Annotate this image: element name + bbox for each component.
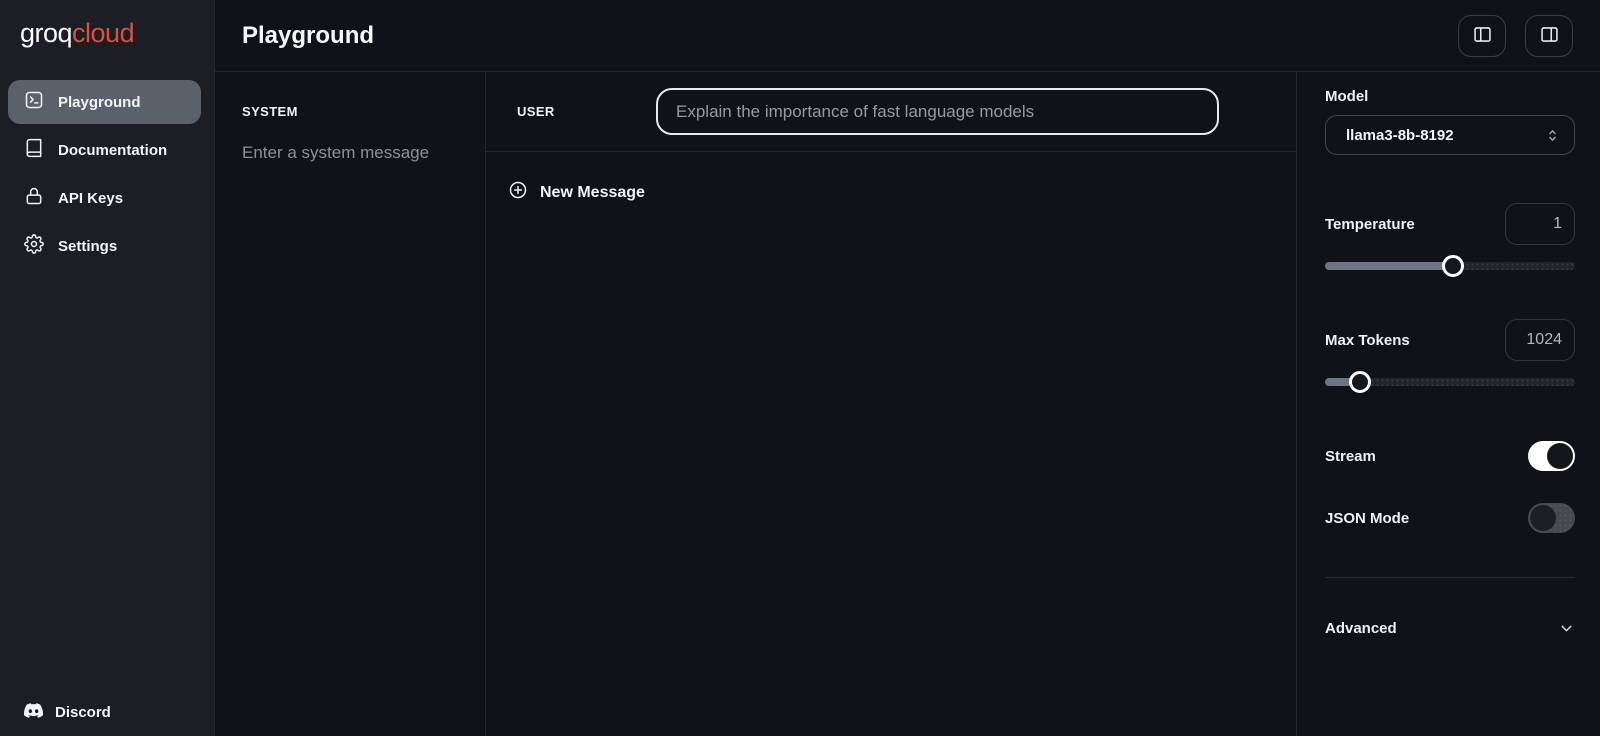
json-mode-toggle[interactable] bbox=[1528, 503, 1575, 533]
discord-label: Discord bbox=[55, 704, 111, 721]
temperature-slider-fill bbox=[1325, 262, 1453, 270]
json-mode-label: JSON Mode bbox=[1325, 510, 1409, 527]
advanced-label: Advanced bbox=[1325, 620, 1397, 637]
sidebar-item-label: Playground bbox=[58, 94, 141, 111]
temperature-row: Temperature 1 bbox=[1325, 203, 1575, 245]
chat-panel: USER New Message bbox=[486, 72, 1296, 736]
user-message-row: USER bbox=[486, 72, 1296, 152]
new-message-label: New Message bbox=[540, 184, 645, 202]
system-role-label: SYSTEM bbox=[242, 104, 458, 119]
max-tokens-slider[interactable] bbox=[1325, 371, 1575, 393]
sidebar-nav: Playground Documentation API Keys Settin… bbox=[8, 80, 201, 272]
stream-toggle[interactable] bbox=[1528, 441, 1575, 471]
advanced-section-header[interactable]: Advanced bbox=[1325, 620, 1575, 637]
sidebar-item-label: Settings bbox=[58, 238, 117, 255]
sidebar-item-playground[interactable]: Playground bbox=[8, 80, 201, 124]
model-select[interactable]: llama3-8b-8192 bbox=[1325, 115, 1575, 155]
stream-row: Stream bbox=[1325, 441, 1575, 471]
sidebar-item-discord[interactable]: Discord bbox=[24, 701, 111, 724]
logo-groq: groq bbox=[20, 18, 72, 48]
gear-icon bbox=[24, 234, 44, 258]
new-message-button[interactable]: New Message bbox=[486, 180, 1296, 205]
sidebar-item-settings[interactable]: Settings bbox=[8, 224, 201, 268]
chevron-down-icon bbox=[1558, 620, 1575, 637]
temperature-value-input[interactable]: 1 bbox=[1505, 203, 1575, 245]
terminal-icon bbox=[24, 90, 44, 114]
discord-icon bbox=[24, 701, 43, 724]
json-mode-row: JSON Mode bbox=[1325, 503, 1575, 533]
user-message-input[interactable] bbox=[656, 88, 1219, 135]
temperature-label: Temperature bbox=[1325, 216, 1415, 233]
selector-icon bbox=[1545, 128, 1560, 143]
sidebar-item-label: API Keys bbox=[58, 190, 123, 207]
sidebar: groqcloud Playground Documentation API K… bbox=[0, 0, 215, 736]
user-role-label-wrap: USER bbox=[517, 103, 656, 121]
toggle-left-panel-button[interactable] bbox=[1458, 15, 1506, 57]
temperature-value: 1 bbox=[1553, 215, 1562, 233]
header-actions bbox=[1458, 15, 1573, 57]
toggle-right-panel-button[interactable] bbox=[1525, 15, 1573, 57]
temperature-slider[interactable] bbox=[1325, 255, 1575, 277]
logo-cloud: cloud bbox=[72, 18, 134, 48]
max-tokens-label: Max Tokens bbox=[1325, 332, 1410, 349]
page-title: Playground bbox=[242, 22, 374, 50]
system-message-panel: SYSTEM Enter a system message bbox=[215, 72, 486, 736]
settings-panel: Model llama3-8b-8192 Temperature 1 Max T… bbox=[1296, 72, 1600, 736]
panel-left-icon bbox=[1472, 24, 1493, 48]
panel-right-icon bbox=[1539, 24, 1560, 48]
plus-circle-icon bbox=[508, 180, 528, 205]
stream-label: Stream bbox=[1325, 448, 1376, 465]
header: Playground bbox=[215, 0, 1600, 72]
user-role-label: USER bbox=[517, 104, 555, 119]
temperature-slider-thumb[interactable] bbox=[1442, 255, 1464, 277]
model-label: Model bbox=[1325, 88, 1575, 105]
model-select-value: llama3-8b-8192 bbox=[1346, 127, 1454, 144]
lock-icon bbox=[24, 186, 44, 210]
settings-divider bbox=[1325, 577, 1575, 578]
system-message-input[interactable]: Enter a system message bbox=[242, 143, 458, 163]
sidebar-item-documentation[interactable]: Documentation bbox=[8, 128, 201, 172]
book-icon bbox=[24, 138, 44, 162]
sidebar-item-api-keys[interactable]: API Keys bbox=[8, 176, 201, 220]
groqcloud-logo: groqcloud bbox=[20, 18, 134, 49]
stream-toggle-knob bbox=[1547, 443, 1573, 469]
max-tokens-value: 1024 bbox=[1526, 331, 1562, 349]
max-tokens-slider-thumb[interactable] bbox=[1349, 371, 1371, 393]
sidebar-item-label: Documentation bbox=[58, 142, 167, 159]
json-mode-toggle-knob bbox=[1530, 505, 1556, 531]
max-tokens-value-input[interactable]: 1024 bbox=[1505, 319, 1575, 361]
max-tokens-row: Max Tokens 1024 bbox=[1325, 319, 1575, 361]
